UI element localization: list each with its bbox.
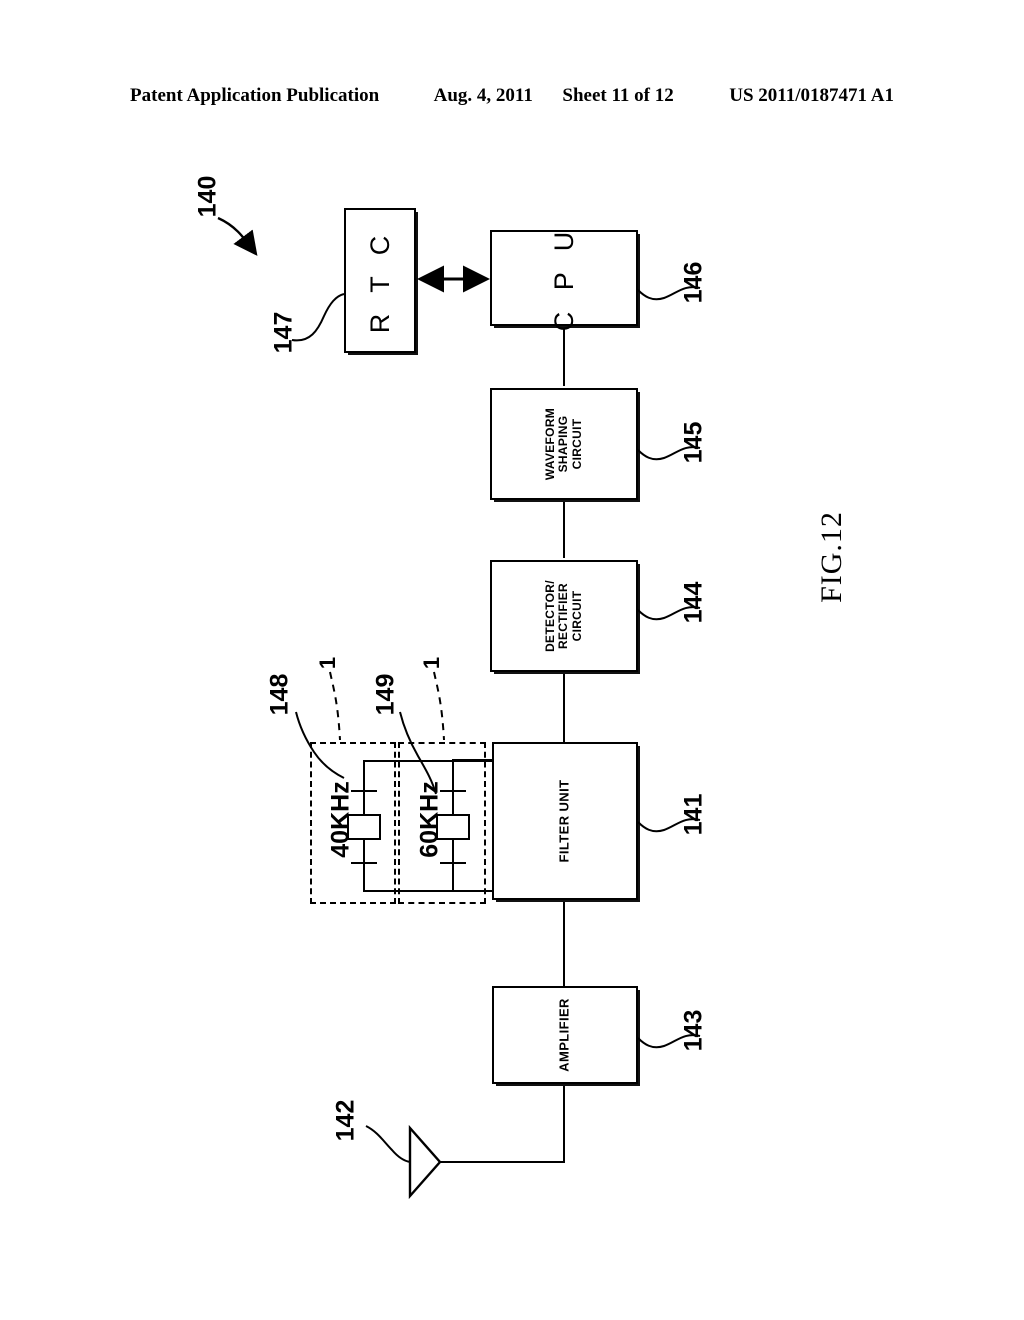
- block-amplifier-label: AMPLIFIER: [556, 998, 572, 1072]
- block-rtc[interactable]: R T C: [344, 208, 416, 353]
- block-detector-rectifier-circuit-label: DETECTOR/ RECTIFIER CIRCUIT: [542, 580, 584, 652]
- frequency-label-60khz: 60KHz: [415, 781, 444, 858]
- wire-waveform-to-detector: [563, 500, 565, 558]
- wire-cpu-to-waveform: [563, 322, 565, 386]
- ref-tick-149: 1: [419, 656, 444, 670]
- xtal-40-loop-bottom: [363, 890, 493, 892]
- leader-142: [365, 1125, 411, 1163]
- ref-145: 145: [679, 421, 708, 464]
- block-diagram: R T C C P U WAVEFORM SHAPING CIRCUIT DET…: [0, 0, 1024, 1320]
- block-waveform-shaping-circuit-label: WAVEFORM SHAPING CIRCUIT: [542, 407, 584, 481]
- leader-147: [291, 293, 345, 342]
- ref-140: 140: [193, 175, 222, 218]
- wire-filter-to-amplifier: [563, 898, 565, 986]
- antenna-symbol: [408, 1124, 442, 1200]
- ref-142: 142: [331, 1099, 360, 1142]
- block-filter-unit-label: FILTER UNIT: [556, 779, 572, 863]
- block-cpu-label: C P U: [548, 224, 579, 332]
- ref-tick-148: 1: [315, 656, 340, 670]
- leader-arrow-140: [217, 216, 258, 256]
- wire-detector-to-filter: [563, 672, 565, 744]
- wire-amplifier-to-antenna-horizontal: [438, 1161, 565, 1163]
- ref-143: 143: [679, 1009, 708, 1052]
- ref-148: 148: [265, 673, 294, 716]
- block-cpu[interactable]: C P U: [490, 225, 638, 331]
- block-rtc-label: R T C: [364, 228, 395, 333]
- ref-141: 141: [679, 793, 708, 836]
- ref-149: 149: [371, 673, 400, 716]
- ref-147: 147: [269, 311, 298, 354]
- block-filter-unit[interactable]: FILTER UNIT: [492, 742, 638, 900]
- block-amplifier[interactable]: AMPLIFIER: [492, 986, 638, 1084]
- frequency-label-40khz: 40KHz: [326, 781, 355, 858]
- block-detector-rectifier-circuit[interactable]: DETECTOR/ RECTIFIER CIRCUIT: [490, 560, 638, 672]
- wire-amplifier-to-antenna-vertical: [563, 1084, 565, 1162]
- ref-146: 146: [679, 261, 708, 304]
- xtal-40-loop-top: [363, 760, 493, 762]
- block-waveform-shaping-circuit[interactable]: WAVEFORM SHAPING CIRCUIT: [490, 388, 638, 500]
- ref-144: 144: [679, 581, 708, 624]
